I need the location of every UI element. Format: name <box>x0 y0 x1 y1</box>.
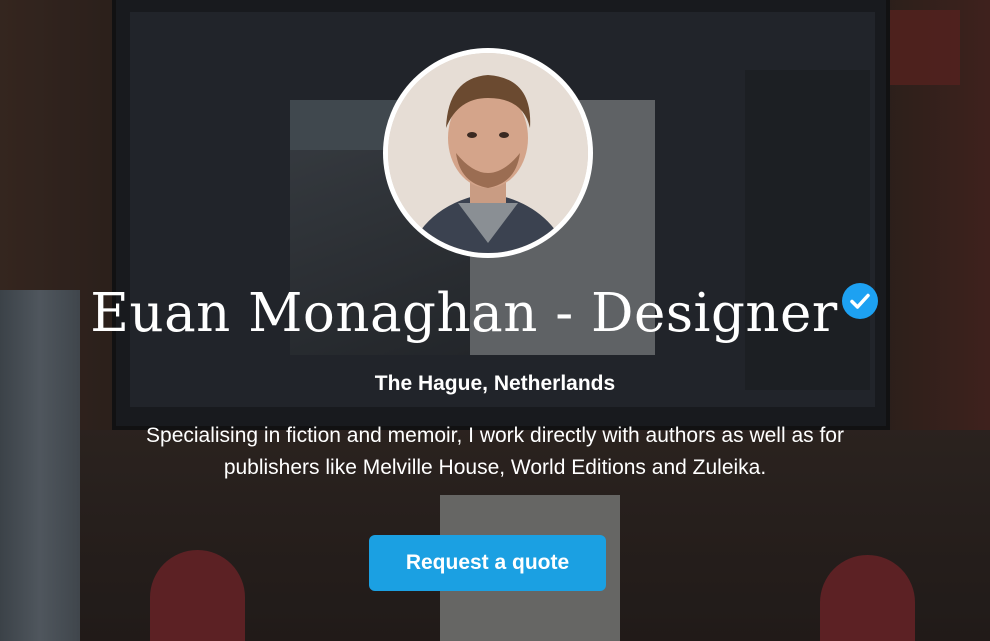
avatar-portrait-icon <box>388 53 588 253</box>
check-badge-icon <box>842 283 878 319</box>
profile-location: The Hague, Netherlands <box>374 372 616 395</box>
profile-name: Euan Monaghan - Designer <box>90 283 838 344</box>
request-quote-button[interactable]: Request a quote <box>369 535 606 591</box>
profile-tagline: Specialising in fiction and memoir, I wo… <box>50 420 940 484</box>
tagline-line-2: publishers like Melville House, World Ed… <box>223 456 767 479</box>
avatar-photo <box>388 53 588 253</box>
avatar <box>383 48 593 258</box>
tagline-line-1: Specialising in fiction and memoir, I wo… <box>146 424 844 447</box>
hero-section: Euan Monaghan - Designer The Hague, Neth… <box>0 0 990 641</box>
